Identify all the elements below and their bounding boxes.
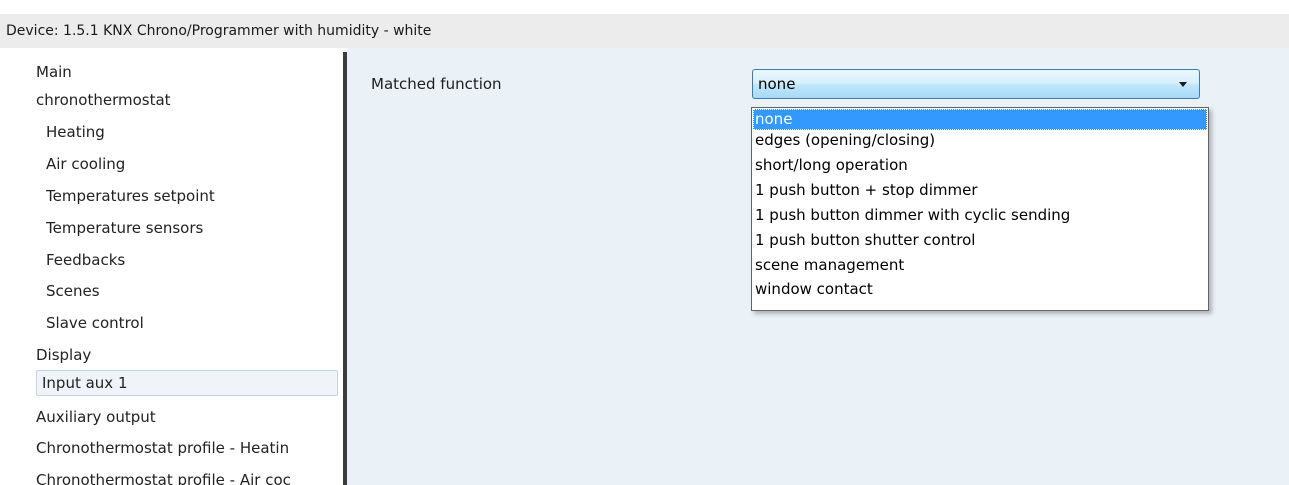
nav-item-main[interactable]: Main xyxy=(36,58,72,86)
parameter-nav-tree: Main chronothermostat Heating Air coolin… xyxy=(0,48,343,485)
option-none[interactable]: none xyxy=(753,109,1207,130)
option-push-button-stop-dimmer[interactable]: 1 push button + stop dimmer xyxy=(753,180,1207,201)
nav-item-slave-control[interactable]: Slave control xyxy=(46,309,144,337)
nav-item-chrono-profile-air-cooling[interactable]: Chronothermostat profile - Air coc xyxy=(36,466,291,485)
parameter-panel: Matched function none none edges (openin… xyxy=(347,48,1289,485)
device-title-bar: Device: 1.5.1 KNX Chrono/Programmer with… xyxy=(0,14,1289,48)
option-push-button-dimmer-cyclic[interactable]: 1 push button dimmer with cyclic sending xyxy=(753,205,1207,226)
nav-item-heating[interactable]: Heating xyxy=(46,118,105,146)
nav-item-scenes[interactable]: Scenes xyxy=(46,277,100,305)
nav-item-display[interactable]: Display xyxy=(36,341,91,369)
nav-item-air-cooling[interactable]: Air cooling xyxy=(46,150,125,178)
nav-item-input-aux-1[interactable]: Input aux 1 xyxy=(36,370,338,396)
chevron-down-icon[interactable] xyxy=(1179,82,1187,87)
nav-item-temperature-sensors[interactable]: Temperature sensors xyxy=(46,214,203,242)
matched-function-combobox[interactable]: none xyxy=(752,69,1200,99)
nav-item-feedbacks[interactable]: Feedbacks xyxy=(46,246,125,274)
matched-function-label: Matched function xyxy=(371,75,502,93)
option-edges[interactable]: edges (opening/closing) xyxy=(753,130,1207,151)
nav-item-temperatures-setpoint[interactable]: Temperatures setpoint xyxy=(46,182,215,210)
device-title: Device: 1.5.1 KNX Chrono/Programmer with… xyxy=(6,23,432,39)
option-short-long-operation[interactable]: short/long operation xyxy=(753,155,1207,176)
option-scene-management[interactable]: scene management xyxy=(753,255,1207,276)
nav-item-chronothermostat[interactable]: chronothermostat xyxy=(36,86,171,114)
combobox-value: none xyxy=(758,75,796,93)
nav-item-auxiliary-output[interactable]: Auxiliary output xyxy=(36,403,156,431)
nav-item-chrono-profile-heating[interactable]: Chronothermostat profile - Heatin xyxy=(36,434,289,462)
option-push-button-shutter-control[interactable]: 1 push button shutter control xyxy=(753,230,1207,251)
matched-function-dropdown-list: none edges (opening/closing) short/long … xyxy=(751,107,1209,311)
option-window-contact[interactable]: window contact xyxy=(753,279,1207,300)
